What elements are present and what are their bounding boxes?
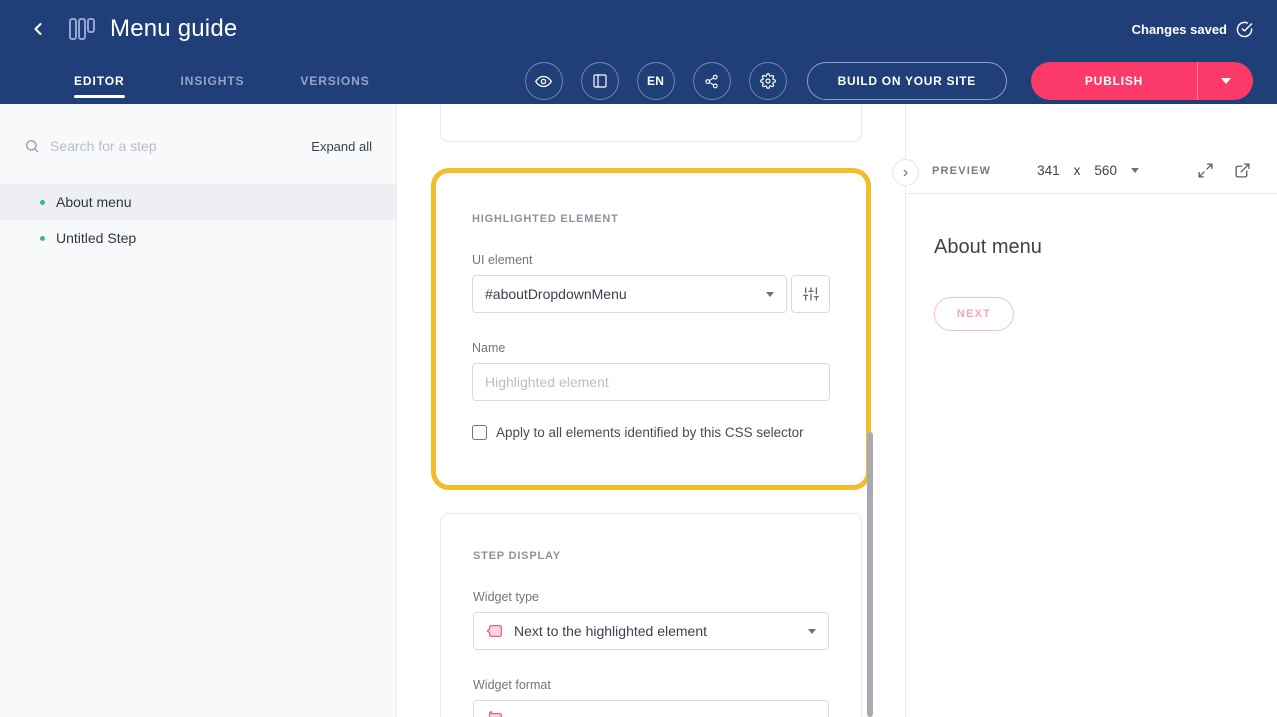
apply-all-label: Apply to all elements identified by this… [496, 425, 804, 440]
tooltip-widget-icon [486, 622, 504, 640]
settings-button[interactable] [749, 62, 787, 100]
chevron-down-icon [808, 629, 816, 634]
selector-settings-button[interactable] [791, 275, 830, 313]
layout-button[interactable] [581, 62, 619, 100]
ui-element-value: #aboutDropdownMenu [485, 286, 627, 302]
tab-versions[interactable]: VERSIONS [300, 58, 369, 104]
apply-all-row: Apply to all elements identified by this… [472, 425, 830, 440]
widget-type-label: Widget type [473, 590, 829, 604]
chevron-down-icon [1131, 168, 1139, 173]
header-actions: EN BUILD ON YOUR SITE PUBLISH [525, 58, 1253, 104]
page-body: Expand all About menu Untitled Step HIGH… [0, 104, 1277, 717]
preview-header: PREVIEW 341 x 560 [906, 148, 1277, 194]
collapse-preview-button[interactable]: › [892, 159, 919, 186]
tab-insights[interactable]: INSIGHTS [181, 58, 245, 104]
preview-panel: › PREVIEW 341 x 560 [905, 104, 1277, 717]
step-search-row: Expand all [24, 138, 372, 154]
widget-format-label: Widget format [473, 678, 829, 692]
step-item-untitled-step[interactable]: Untitled Step [0, 220, 396, 256]
external-link-icon [1234, 162, 1251, 179]
sliders-icon [803, 286, 819, 302]
name-label: Name [472, 341, 830, 355]
step-display-card: STEP DISPLAY Widget type Next to the hig… [440, 513, 862, 717]
ui-element-label: UI element [472, 253, 830, 267]
step-status-dot [40, 200, 45, 205]
layout-icon [592, 73, 608, 89]
apply-all-checkbox[interactable] [472, 425, 487, 440]
header-toolbar-row: EDITOR INSIGHTS VERSIONS EN [0, 58, 1277, 104]
top-header: Menu guide Changes saved EDITOR INSIGHTS… [0, 0, 1277, 104]
step-list: About menu Untitled Step [0, 184, 396, 256]
publish-button[interactable]: PUBLISH [1031, 62, 1197, 100]
preview-height: 560 [1094, 163, 1117, 178]
publish-dropdown-button[interactable] [1197, 62, 1253, 100]
ui-element-row: #aboutDropdownMenu [472, 275, 830, 313]
step-label: Untitled Step [56, 230, 136, 246]
build-on-your-site-button[interactable]: BUILD ON YOUR SITE [807, 62, 1007, 100]
step-item-about-menu[interactable]: About menu [0, 184, 396, 220]
widget-type-select[interactable]: Next to the highlighted element [473, 612, 829, 650]
tab-editor[interactable]: EDITOR [74, 58, 125, 104]
app-window: Menu guide Changes saved EDITOR INSIGHTS… [0, 0, 1277, 717]
changes-saved-label: Changes saved [1132, 22, 1227, 37]
preview-width: 341 [1037, 163, 1060, 178]
highlighted-element-name-input[interactable] [472, 363, 830, 401]
next-button[interactable]: NEXT [934, 297, 1014, 331]
check-circle-icon [1236, 21, 1253, 38]
changes-saved-status: Changes saved [1132, 21, 1253, 38]
size-separator: x [1074, 163, 1081, 178]
chevron-down-icon [1221, 78, 1231, 84]
expand-all-link[interactable]: Expand all [311, 139, 372, 154]
editor-tabs: EDITOR INSIGHTS VERSIONS [74, 58, 370, 104]
highlighted-element-card: HIGHLIGHTED ELEMENT UI element #aboutDro… [440, 177, 862, 481]
step-label: About menu [56, 194, 132, 210]
share-icon [704, 74, 719, 89]
share-button[interactable] [693, 62, 731, 100]
preview-label: PREVIEW [932, 165, 991, 177]
ui-element-select[interactable]: #aboutDropdownMenu [472, 275, 787, 313]
fullscreen-preview-button[interactable] [1197, 162, 1214, 179]
page-title: Menu guide [110, 15, 237, 43]
widget-type-value: Next to the highlighted element [514, 623, 707, 639]
search-icon [24, 138, 40, 154]
step-search-input[interactable] [50, 138, 301, 154]
preview-header-actions [1197, 162, 1251, 179]
tooltip-widget-icon [486, 710, 504, 717]
preview-content: About menu NEXT [906, 194, 1277, 331]
eye-icon [535, 73, 552, 90]
preview-step-title: About menu [934, 236, 1249, 259]
chevron-down-icon [766, 292, 774, 297]
guide-bars-icon [68, 16, 96, 42]
step-settings-panel: HIGHLIGHTED ELEMENT UI element #aboutDro… [397, 104, 905, 717]
steps-sidebar: Expand all About menu Untitled Step [0, 104, 397, 717]
language-button[interactable]: EN [637, 62, 675, 100]
section-title: STEP DISPLAY [473, 550, 829, 562]
back-button[interactable] [24, 15, 52, 43]
settings-card-partial [440, 104, 862, 142]
vertical-scrollbar[interactable] [867, 432, 873, 717]
header-title-row: Menu guide Changes saved [0, 0, 1277, 58]
chevron-left-icon [28, 19, 48, 39]
step-status-dot [40, 236, 45, 241]
section-title: HIGHLIGHTED ELEMENT [472, 213, 830, 225]
highlighted-element-card-ring: HIGHLIGHTED ELEMENT UI element #aboutDro… [431, 168, 871, 490]
preview-eye-button[interactable] [525, 62, 563, 100]
publish-button-group: PUBLISH [1031, 62, 1253, 100]
preview-size-dropdown[interactable]: 341 x 560 [1037, 163, 1139, 178]
gear-icon [760, 73, 776, 89]
open-in-new-window-button[interactable] [1234, 162, 1251, 179]
widget-format-select[interactable] [473, 700, 829, 717]
maximize-icon [1197, 162, 1214, 179]
